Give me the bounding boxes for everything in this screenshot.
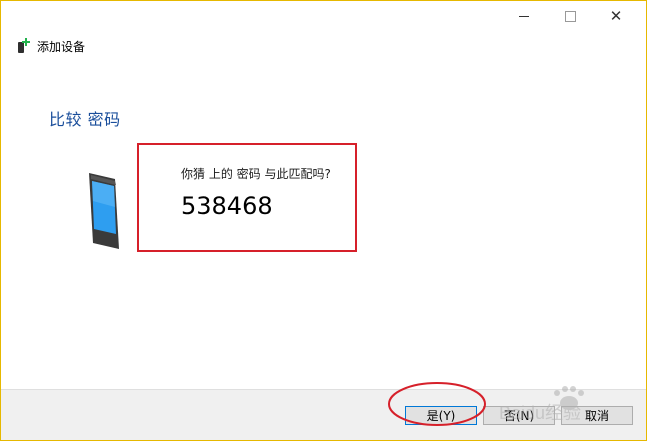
pairing-question: 你猜 上的 密码 与此匹配吗? <box>181 167 331 181</box>
close-icon: ✕ <box>609 6 623 25</box>
dialog-header: 添加设备 <box>17 36 85 56</box>
dialog-title: 添加设备 <box>37 39 86 54</box>
minimize-icon <box>519 15 529 17</box>
close-button[interactable]: ✕ <box>593 1 639 31</box>
add-device-icon <box>17 38 31 54</box>
cancel-button[interactable]: 取消 <box>561 406 633 425</box>
maximize-button[interactable] <box>547 1 593 31</box>
add-device-dialog: ✕ 添加设备 比较 密码 你猜 上的 密码 与此匹配吗? 538468 是(Y)… <box>0 0 647 441</box>
title-bar: ✕ <box>1 1 646 31</box>
maximize-icon <box>564 10 576 22</box>
no-button[interactable]: 否(N) <box>483 406 555 425</box>
phone-icon <box>89 173 119 249</box>
minimize-button[interactable] <box>501 1 547 31</box>
pairing-code: 538468 <box>181 192 273 220</box>
page-title: 比较 密码 <box>49 110 121 129</box>
yes-button[interactable]: 是(Y) <box>405 406 477 425</box>
dialog-footer: 是(Y) 否(N) 取消 <box>1 389 646 440</box>
